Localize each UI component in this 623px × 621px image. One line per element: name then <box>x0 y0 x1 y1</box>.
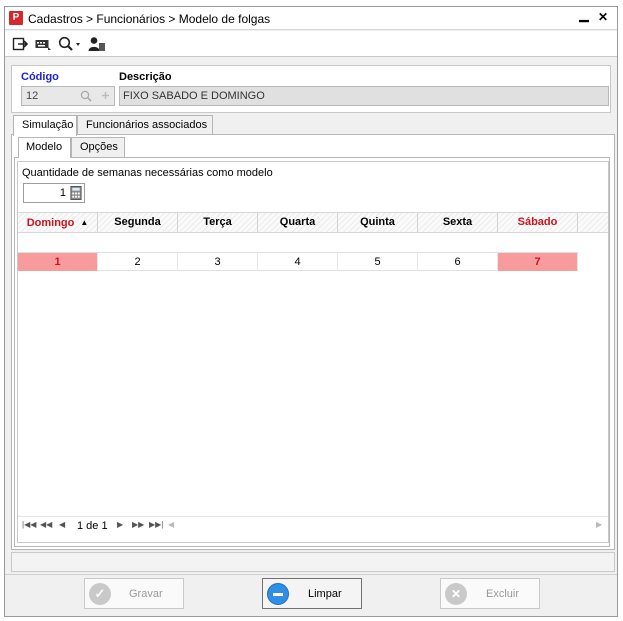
calculator-icon[interactable] <box>70 186 82 200</box>
gravar-label: Gravar <box>129 588 163 600</box>
window-title: Cadastros > Funcionários > Modelo de fol… <box>28 12 271 26</box>
pager: |◀◀ ◀◀ ◀ 1 de 1 ▶ ▶▶ ▶▶| ◀ ▶ <box>18 516 608 534</box>
app-logo-icon: P <box>9 11 23 25</box>
record-form: Código Descrição 12 FIXO SABADO E DOMING… <box>11 65 611 113</box>
column-header-quarta[interactable]: Quarta <box>258 213 338 232</box>
grid-header: Domingo ▲ Segunda Terça Quarta Quinta Sex… <box>18 212 608 233</box>
weeks-label: Quantidade de semanas necessárias como m… <box>22 167 273 179</box>
clear-icon <box>267 583 289 605</box>
table-cell[interactable]: 4 <box>258 253 338 271</box>
excluir-button[interactable]: ✕ Excluir <box>440 578 540 609</box>
column-header-sexta[interactable]: Sexta <box>418 213 498 232</box>
table-cell[interactable]: 1 <box>18 253 98 271</box>
page-info: 1 de 1 <box>77 520 108 532</box>
column-header-terca[interactable]: Terça <box>178 213 258 232</box>
simulacao-panel: Modelo Opções Quantidade de semanas nece… <box>11 134 615 550</box>
title-bar: P Cadastros > Funcionários > Modelo de f… <box>5 7 617 30</box>
app-window: P Cadastros > Funcionários > Modelo de f… <box>4 6 618 617</box>
divider <box>5 574 617 575</box>
table-cell[interactable]: 2 <box>98 253 178 271</box>
excluir-label: Excluir <box>486 588 520 600</box>
modelo-panel: Quantidade de semanas necessárias como m… <box>14 157 610 547</box>
limpar-label: Limpar <box>308 588 342 600</box>
add-icon[interactable] <box>101 91 110 100</box>
table-cell[interactable]: 7 <box>498 253 578 271</box>
modelo-content: Quantidade de semanas necessárias como m… <box>17 161 609 543</box>
last-page-icon[interactable]: ▶▶| <box>149 520 163 529</box>
sort-ascending-icon: ▲ <box>80 218 89 227</box>
weeks-input[interactable]: 1 <box>23 183 85 203</box>
table-cell[interactable]: 5 <box>338 253 418 271</box>
column-header-quinta[interactable]: Quinta <box>338 213 418 232</box>
codigo-label: Código <box>21 71 59 83</box>
lookup-search-icon[interactable] <box>80 90 92 102</box>
check-icon: ✓ <box>89 583 111 605</box>
exit-icon[interactable] <box>12 36 28 52</box>
minimize-button[interactable]: ▁ <box>577 8 591 22</box>
status-bar <box>11 552 615 572</box>
first-page-icon[interactable]: |◀◀ <box>22 520 36 529</box>
keyboard-icon[interactable] <box>35 36 52 52</box>
close-button[interactable]: ✕ <box>596 10 610 24</box>
gravar-button[interactable]: ✓ Gravar <box>84 578 184 609</box>
weeks-value: 1 <box>59 187 66 199</box>
delete-icon: ✕ <box>445 583 467 605</box>
column-header-sabado[interactable]: Sábado <box>498 213 578 232</box>
scroll-right-icon[interactable]: ▶ <box>596 520 602 529</box>
next-page-group-icon[interactable]: ▶▶ <box>132 520 144 529</box>
tab-simulacao[interactable]: Simulação <box>13 115 77 136</box>
codigo-field[interactable]: 12 <box>21 86 115 106</box>
table-cell[interactable]: 3 <box>178 253 258 271</box>
column-header-domingo[interactable]: Domingo ▲ <box>18 213 98 232</box>
tab-modelo[interactable]: Modelo <box>18 137 71 158</box>
table-row[interactable]: 1 2 3 4 5 6 7 <box>18 252 578 271</box>
toolbar <box>5 31 617 57</box>
user-icon[interactable] <box>88 36 106 52</box>
table-cell[interactable]: 6 <box>418 253 498 271</box>
codigo-value: 12 <box>26 90 39 102</box>
descricao-field[interactable]: FIXO SABADO E DOMINGO <box>119 86 609 106</box>
search-dropdown-icon[interactable] <box>58 36 82 52</box>
previous-page-group-icon[interactable]: ◀◀ <box>40 520 52 529</box>
column-header-segunda[interactable]: Segunda <box>98 213 178 232</box>
tab-funcionarios-associados[interactable]: Funcionários associados <box>77 115 213 135</box>
scroll-left-icon[interactable]: ◀ <box>168 520 174 529</box>
previous-page-icon[interactable]: ◀ <box>59 520 65 529</box>
limpar-button[interactable]: Limpar <box>262 578 362 609</box>
tab-opcoes[interactable]: Opções <box>71 137 125 157</box>
next-page-icon[interactable]: ▶ <box>117 520 123 529</box>
column-header-label: Domingo <box>26 217 75 229</box>
descricao-label: Descrição <box>119 71 172 83</box>
